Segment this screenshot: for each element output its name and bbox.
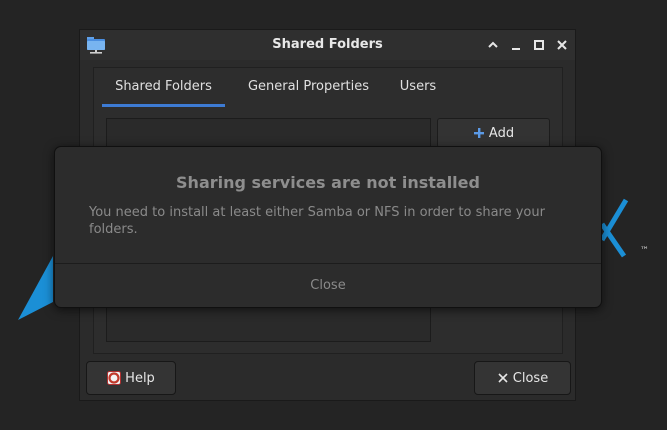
add-button[interactable]: Add bbox=[437, 118, 550, 148]
minimize-icon[interactable] bbox=[509, 38, 523, 52]
dialog-title: Sharing services are not installed bbox=[176, 173, 480, 192]
add-button-label: Add bbox=[488, 125, 515, 141]
help-button-label: Help bbox=[125, 370, 155, 386]
restore-icon[interactable] bbox=[532, 38, 546, 52]
lifebuoy-icon bbox=[107, 371, 122, 385]
close-window-icon[interactable] bbox=[555, 38, 569, 52]
window-title: Shared Folders bbox=[272, 37, 383, 52]
close-button[interactable]: Close bbox=[474, 361, 571, 395]
dialog-message: You need to install at least either Samb… bbox=[89, 205, 545, 237]
title-bar[interactable]: Shared Folders bbox=[80, 30, 575, 60]
plus-icon bbox=[473, 128, 484, 138]
tab-general-properties[interactable]: General Properties bbox=[237, 76, 380, 104]
tab-shared-folders[interactable]: Shared Folders bbox=[102, 76, 225, 107]
x-icon bbox=[498, 373, 508, 383]
dialog-close-button[interactable]: Close bbox=[55, 264, 601, 308]
close-button-label: Close bbox=[512, 370, 549, 386]
services-not-installed-dialog: Sharing services are not installed You n… bbox=[54, 146, 602, 308]
help-button[interactable]: Help bbox=[86, 361, 176, 395]
wallpaper-trademark: ™ bbox=[640, 246, 649, 256]
maximize-up-icon[interactable] bbox=[486, 38, 500, 52]
tab-users[interactable]: Users bbox=[392, 76, 444, 104]
